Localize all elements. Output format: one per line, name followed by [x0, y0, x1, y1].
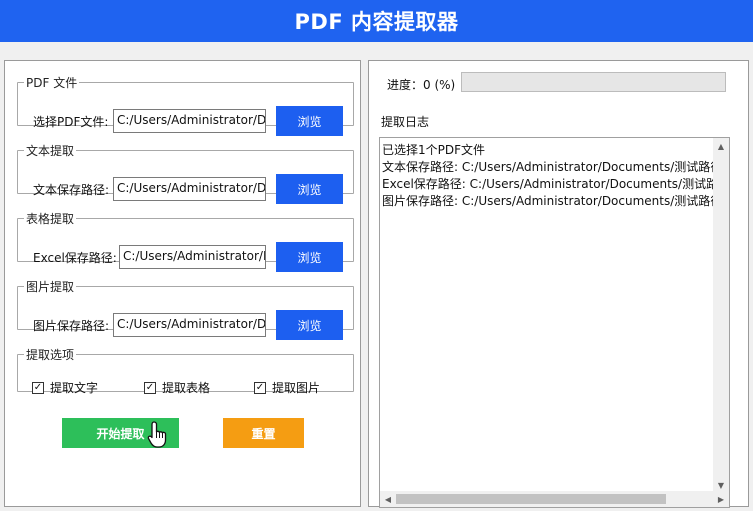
excel-path-label: Excel保存路径: [33, 251, 117, 265]
log-title: 提取日志 [381, 115, 430, 129]
pdf-file-path-input[interactable]: C:/Users/Administrator/Do [113, 109, 266, 133]
log-line: 已选择1个PDF文件 [382, 143, 486, 157]
excel-browse-button[interactable]: 浏览 [276, 242, 343, 272]
pdf-browse-button[interactable]: 浏览 [276, 106, 343, 136]
settings-panel: PDF 文件 选择PDF文件: C:/Users/Administrator/D… [4, 60, 361, 507]
image-path-label: 图片保存路径: [33, 319, 110, 333]
hand-pointer-icon [147, 421, 167, 448]
option-extract-table[interactable]: ✓ 提取表格 [144, 379, 210, 396]
log-textarea[interactable]: 已选择1个PDF文件 文本保存路径: C:/Users/Administrato… [379, 137, 730, 508]
log-line: Excel保存路径: C:/Users/Administrator/Docume… [382, 177, 715, 191]
image-extract-group-legend: 图片提取 [26, 280, 75, 294]
option-extract-text[interactable]: ✓ 提取文字 [32, 379, 98, 396]
app-title: PDF 内容提取器 [294, 10, 459, 34]
pdf-file-group: PDF 文件 选择PDF文件: C:/Users/Administrator/D… [17, 74, 354, 136]
extract-options-group: 提取选项 ✓ 提取文字 ✓ 提取表格 ✓ 提取图片 [17, 346, 354, 395]
pdf-file-group-legend: PDF 文件 [26, 76, 78, 90]
reset-button[interactable]: 重置 [223, 418, 304, 448]
option-extract-table-label: 提取表格 [162, 381, 211, 395]
table-extract-group: 表格提取 Excel保存路径: C:/Users/Administrator/D… [17, 210, 354, 272]
pdf-file-row: 选择PDF文件: C:/Users/Administrator/Do 浏览 [18, 106, 353, 136]
text-path-input[interactable]: C:/Users/Administrator/Do [113, 177, 266, 201]
excel-path-row: Excel保存路径: C:/Users/Administrator/Dc 浏览 [18, 242, 353, 272]
option-extract-image-label: 提取图片 [272, 381, 321, 395]
text-extract-group: 文本提取 文本保存路径: C:/Users/Administrator/Do 浏… [17, 142, 354, 204]
arrow-up-icon[interactable]: ▲ [713, 138, 729, 154]
log-lines: 已选择1个PDF文件 文本保存路径: C:/Users/Administrato… [382, 142, 715, 210]
checkmark-icon[interactable]: ✓ [32, 381, 44, 394]
image-path-input[interactable]: C:/Users/Administrator/Do [113, 313, 266, 337]
progress-bar [461, 72, 726, 92]
text-path-label: 文本保存路径: [33, 183, 110, 197]
excel-path-input[interactable]: C:/Users/Administrator/Dc [119, 245, 266, 269]
arrow-left-icon[interactable]: ◀ [380, 491, 396, 507]
progress-label: 进度：0 (%) [387, 78, 456, 92]
option-extract-text-label: 提取文字 [50, 381, 99, 395]
log-panel: 进度：0 (%) 提取日志 已选择1个PDF文件 文本保存路径: C:/User… [368, 60, 749, 508]
image-browse-button[interactable]: 浏览 [276, 310, 343, 340]
vertical-scrollbar[interactable]: ▲ ▼ [713, 138, 729, 493]
image-extract-group: 图片提取 图片保存路径: C:/Users/Administrator/Do 浏… [17, 278, 354, 340]
checkmark-icon[interactable]: ✓ [144, 381, 156, 394]
table-extract-group-legend: 表格提取 [26, 212, 75, 226]
horizontal-scrollbar[interactable]: ◀ ▶ [380, 491, 729, 507]
option-extract-image[interactable]: ✓ 提取图片 [254, 379, 320, 396]
extract-options-legend: 提取选项 [26, 348, 75, 362]
arrow-right-icon[interactable]: ▶ [713, 491, 729, 507]
horizontal-scroll-thumb[interactable] [396, 494, 666, 504]
image-path-row: 图片保存路径: C:/Users/Administrator/Do 浏览 [18, 310, 353, 340]
text-extract-group-legend: 文本提取 [26, 144, 75, 158]
pdf-file-label: 选择PDF文件: [33, 115, 109, 129]
app-title-bar: PDF 内容提取器 [0, 0, 753, 42]
log-line: 文本保存路径: C:/Users/Administrator/Documents… [382, 160, 715, 174]
text-path-row: 文本保存路径: C:/Users/Administrator/Do 浏览 [18, 174, 353, 204]
checkmark-icon[interactable]: ✓ [254, 381, 266, 394]
extract-options-checks: ✓ 提取文字 ✓ 提取表格 ✓ 提取图片 [18, 377, 353, 397]
log-line: 图片保存路径: C:/Users/Administrator/Documents… [382, 194, 715, 208]
text-browse-button[interactable]: 浏览 [276, 174, 343, 204]
